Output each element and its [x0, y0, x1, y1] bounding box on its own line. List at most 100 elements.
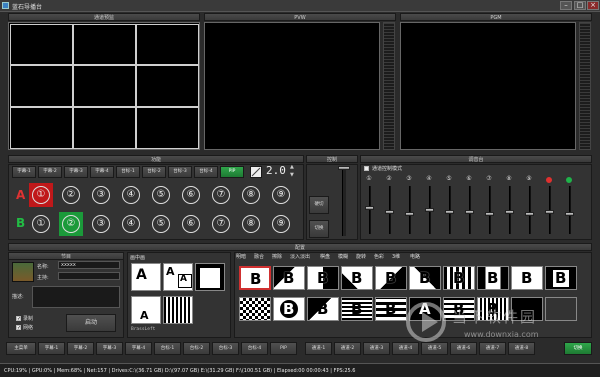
pip-layout-thumb[interactable]: A A: [163, 263, 193, 291]
bottom-button-2[interactable]: 字幕-1: [38, 342, 65, 355]
mixer-fader-track[interactable]: [569, 186, 571, 234]
bottom-button-5[interactable]: 字幕-4: [125, 342, 152, 355]
row-a-source-5[interactable]: ⑤: [152, 186, 170, 204]
effect-tab-2[interactable]: 融合: [254, 253, 272, 261]
function-button-2[interactable]: 字幕-2: [38, 166, 62, 178]
mixer-fader-knob[interactable]: [405, 212, 414, 216]
function-button-6[interactable]: 台标-2: [142, 166, 166, 178]
effect-tab-10[interactable]: 电路: [410, 253, 428, 261]
mixer-fader-knob[interactable]: [565, 212, 574, 216]
row-b-source-4[interactable]: ④: [122, 215, 140, 233]
function-button-3[interactable]: 字幕-3: [64, 166, 88, 178]
row-b-source-5[interactable]: ⑤: [152, 215, 170, 233]
tbar-handle[interactable]: [338, 166, 350, 170]
effect-thumb[interactable]: B: [307, 266, 339, 290]
bottom-button-11[interactable]: 通道-1: [305, 342, 332, 355]
bottom-button-12[interactable]: 通道-2: [334, 342, 361, 355]
bottom-button-9[interactable]: 台标-4: [241, 342, 268, 355]
duration-down-icon[interactable]: ▼: [290, 172, 294, 178]
transition-icon[interactable]: [250, 166, 262, 178]
mixer-fader-track[interactable]: [529, 186, 531, 234]
effect-thumb[interactable]: B: [443, 266, 475, 290]
bottom-button-6[interactable]: 台标-1: [154, 342, 181, 355]
mixer-fader-knob[interactable]: [545, 210, 554, 214]
preview-cell[interactable]: [10, 24, 73, 65]
program-desc-input[interactable]: [32, 286, 120, 308]
mixer-fader-track[interactable]: [369, 186, 371, 234]
start-button[interactable]: 启动: [66, 314, 116, 332]
row-a-source-3[interactable]: ③: [92, 186, 110, 204]
program-host-input[interactable]: [58, 272, 120, 280]
pip-layout-thumb[interactable]: A: [131, 263, 161, 291]
row-b-source-2[interactable]: ②: [62, 215, 80, 233]
row-b-source-7[interactable]: ⑦: [212, 215, 230, 233]
bottom-button-3[interactable]: 字幕-2: [67, 342, 94, 355]
mixer-fader-knob[interactable]: [505, 210, 514, 214]
effect-tab-3[interactable]: 擦除: [272, 253, 290, 261]
preview-cell[interactable]: [136, 65, 199, 107]
effect-tab-8[interactable]: 色彩: [374, 253, 392, 261]
effect-thumb[interactable]: [239, 297, 271, 321]
effect-thumb[interactable]: B: [341, 266, 373, 290]
preview-cell[interactable]: [73, 24, 136, 65]
pip-layout-thumb[interactable]: A: [131, 296, 161, 324]
bottom-button-13[interactable]: 通道-3: [363, 342, 390, 355]
mixer-fader-knob[interactable]: [485, 212, 494, 216]
row-a-source-7[interactable]: ⑦: [212, 186, 230, 204]
transition-duration[interactable]: 2.0: [266, 164, 286, 177]
function-button-9[interactable]: PIP: [220, 166, 244, 178]
effect-thumb[interactable]: B: [375, 266, 407, 290]
mixer-fader-knob[interactable]: [525, 212, 534, 216]
record-checkbox[interactable]: ✓: [16, 316, 21, 322]
mixer-fader-knob[interactable]: [425, 208, 434, 212]
mixer-fader-track[interactable]: [409, 186, 411, 234]
switch-button[interactable]: 切换: [309, 220, 329, 238]
row-b-source-9[interactable]: ⑨: [272, 215, 290, 233]
duration-up-icon[interactable]: ▲: [290, 164, 294, 170]
mixer-fader-knob[interactable]: [385, 210, 394, 214]
bottom-button-1[interactable]: 主菜单: [6, 342, 36, 355]
live-checkbox[interactable]: ✓: [16, 325, 21, 331]
function-button-5[interactable]: 台标-1: [116, 166, 140, 178]
effect-tab-6[interactable]: 模糊: [338, 253, 356, 261]
preview-cell[interactable]: [136, 24, 199, 65]
effect-tab-9[interactable]: 3维: [392, 253, 410, 261]
row-a-source-6[interactable]: ⑥: [182, 186, 200, 204]
function-button-7[interactable]: 台标-3: [168, 166, 192, 178]
effect-thumb[interactable]: B: [239, 266, 271, 290]
row-a-source-8[interactable]: ⑧: [242, 186, 260, 204]
effect-thumb[interactable]: B: [307, 297, 339, 321]
effect-thumb[interactable]: B: [409, 266, 441, 290]
preview-cell[interactable]: [10, 65, 73, 107]
preview-cell[interactable]: [73, 107, 136, 149]
bottom-button-8[interactable]: 台标-3: [212, 342, 239, 355]
cut-button[interactable]: 硬切: [309, 196, 329, 214]
mixer-fader-knob[interactable]: [465, 210, 474, 214]
channel-mode-checkbox[interactable]: [364, 166, 369, 171]
bottom-button-4[interactable]: 字幕-3: [96, 342, 123, 355]
minimize-button[interactable]: –: [560, 1, 572, 10]
mixer-fader-knob[interactable]: [365, 206, 374, 210]
preview-cell[interactable]: [73, 65, 136, 107]
row-a-source-1[interactable]: ①: [32, 186, 50, 204]
bottom-button-10[interactable]: PIP: [270, 342, 297, 355]
effect-thumb[interactable]: B: [511, 266, 543, 290]
effect-thumb[interactable]: B: [545, 266, 577, 290]
function-button-8[interactable]: 台标-4: [194, 166, 218, 178]
mixer-fader-track[interactable]: [489, 186, 491, 234]
mixer-fader-knob[interactable]: [445, 210, 454, 214]
close-button[interactable]: ×: [587, 1, 599, 10]
effect-thumb[interactable]: B: [273, 297, 305, 321]
row-a-source-9[interactable]: ⑨: [272, 186, 290, 204]
row-b-source-6[interactable]: ⑥: [182, 215, 200, 233]
effect-tab-7[interactable]: 旋转: [356, 253, 374, 261]
function-button-1[interactable]: 字幕-1: [12, 166, 36, 178]
pip-layout-thumb[interactable]: [195, 263, 225, 291]
effect-thumb[interactable]: B: [273, 266, 305, 290]
row-b-source-3[interactable]: ③: [92, 215, 110, 233]
row-a-source-4[interactable]: ④: [122, 186, 140, 204]
bottom-button-7[interactable]: 台标-2: [183, 342, 210, 355]
function-button-4[interactable]: 字幕-4: [90, 166, 114, 178]
effect-thumb[interactable]: B: [375, 297, 407, 321]
pip-layout-thumb[interactable]: [163, 296, 193, 324]
